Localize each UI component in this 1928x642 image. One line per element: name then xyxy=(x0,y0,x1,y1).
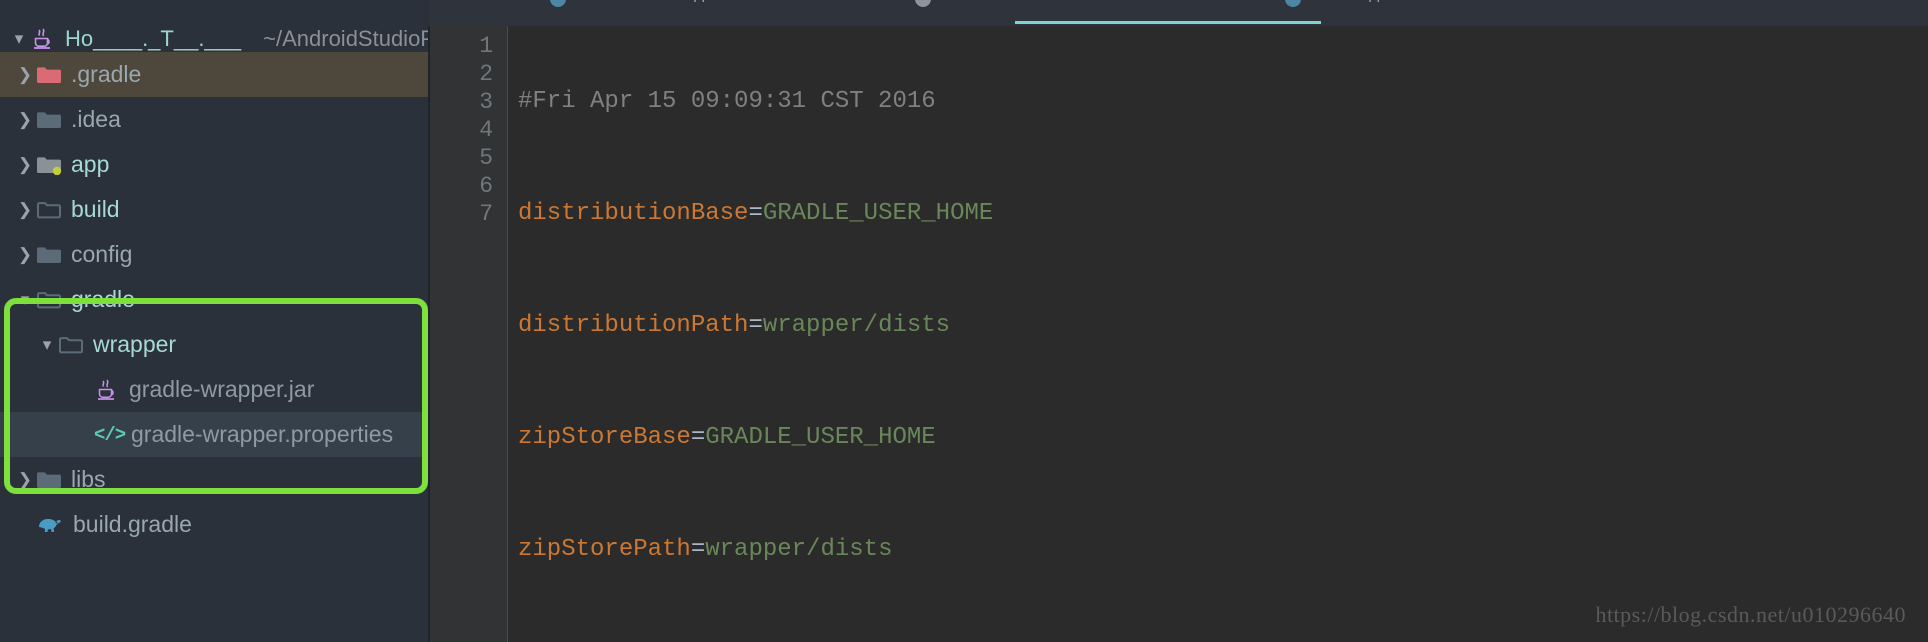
line-number: 3 xyxy=(479,89,493,115)
tab-label-sliver-3[interactable]: app xyxy=(1360,0,1385,4)
code-line-4[interactable]: zipStoreBase=GRADLE_USER_HOME xyxy=(518,424,1928,452)
tree-item-label: .gradle xyxy=(71,61,142,87)
editor-gutter[interactable]: 1 2 3 4 5 6 7 xyxy=(430,26,508,642)
tree-row-libs[interactable]: ❯ libs xyxy=(0,457,428,502)
property-key: zipStoreBase xyxy=(518,424,691,451)
folder-outline-icon xyxy=(58,335,84,355)
folder-module-icon xyxy=(36,155,62,175)
tree-item-label: gradle-wrapper.properties xyxy=(131,421,394,447)
line-number: 5 xyxy=(479,145,493,171)
property-value: wrapper/dists xyxy=(705,536,893,563)
watermark-text: https://blog.csdn.net/u010296640 xyxy=(1595,602,1906,627)
code-editor[interactable]: 1 2 3 4 5 6 7 #Fri Apr 15 09:09:31 CST 2… xyxy=(430,26,1928,642)
tab-label-sliver-1[interactable]: app xyxy=(685,0,710,4)
property-value: GRADLE_USER_HOME xyxy=(762,200,994,227)
project-tool-window[interactable]: ▾ Ho____._T__.___ ~/AndroidStudioProject… xyxy=(0,26,430,642)
chevron-right-icon[interactable]: ❯ xyxy=(14,155,36,175)
folder-solid-icon xyxy=(36,110,62,130)
tree-item-label: app xyxy=(71,151,110,177)
tree-item-label: wrapper xyxy=(93,331,177,357)
line-number: 4 xyxy=(479,117,493,143)
chevron-down-icon[interactable]: ▾ xyxy=(36,335,58,355)
gradle-elephant-icon xyxy=(36,514,64,536)
chevron-down-icon[interactable]: ▾ xyxy=(14,290,36,310)
line-number: 6 xyxy=(479,173,493,199)
comment-token: #Fri Apr 15 09:09:31 CST 2016 xyxy=(518,88,936,115)
tree-row-gradle-wrapper-properties[interactable]: ❯ </> gradle-wrapper.properties xyxy=(0,412,428,457)
tree-item-label: build xyxy=(71,196,120,222)
tree-item-label: gradle xyxy=(71,286,135,312)
folder-outline-icon xyxy=(36,290,62,310)
tab-icon-sliver-3 xyxy=(1285,0,1301,7)
chevron-right-icon[interactable]: ❯ xyxy=(14,200,36,220)
tree-item-label: config xyxy=(71,241,133,267)
chevron-right-icon[interactable]: ❯ xyxy=(14,470,36,490)
property-key: zipStorePath xyxy=(518,536,691,563)
chevron-right-icon[interactable]: ❯ xyxy=(14,245,36,265)
tool-window-header-strip xyxy=(0,0,430,26)
code-line-1[interactable]: #Fri Apr 15 09:09:31 CST 2016 xyxy=(518,88,1928,116)
project-root-path: ~/AndroidStudioProject xyxy=(263,26,430,51)
equals-sign: = xyxy=(690,536,706,563)
tree-item-label: gradle-wrapper.jar xyxy=(129,376,315,402)
tree-row-dot-gradle[interactable]: ❯ .gradle xyxy=(0,52,428,97)
tree-row-wrapper[interactable]: ▾ wrapper xyxy=(0,322,428,367)
tab-label-sliver-2[interactable]: Gradle xyxy=(1020,0,1065,4)
tree-row-config[interactable]: ❯ config xyxy=(0,232,428,277)
project-root-label: Ho____._T__.___ xyxy=(65,26,242,51)
main-body: ▾ Ho____._T__.___ ~/AndroidStudioProject… xyxy=(0,26,1928,642)
tree-item-label: build.gradle xyxy=(73,511,192,537)
chevron-right-icon[interactable]: ❯ xyxy=(14,65,36,85)
tree-row-build-gradle[interactable]: ❯ build.gradle xyxy=(0,502,428,547)
code-line-5[interactable]: zipStorePath=wrapper/dists xyxy=(518,536,1928,564)
folder-solid-icon xyxy=(36,245,62,265)
property-key: distributionBase xyxy=(518,200,749,227)
android-studio-window: app Gradle app ▾ xyxy=(0,0,1928,642)
tree-row-dot-idea[interactable]: ❯ .idea xyxy=(0,97,428,142)
tree-item-label: .idea xyxy=(71,106,121,132)
equals-sign: = xyxy=(690,424,706,451)
editor-code-area[interactable]: #Fri Apr 15 09:09:31 CST 2016 distributi… xyxy=(518,32,1928,642)
properties-file-icon: </> xyxy=(94,423,126,446)
folder-excluded-icon xyxy=(36,65,62,85)
editor-tab-strip: app Gradle app xyxy=(0,0,1928,26)
tree-row-project-root[interactable]: ▾ Ho____._T__.___ ~/AndroidStudioProject xyxy=(0,26,428,52)
line-number: 7 xyxy=(479,201,493,227)
active-tab-underline xyxy=(1015,21,1321,24)
tree-row-build[interactable]: ❯ build xyxy=(0,187,428,232)
equals-sign: = xyxy=(748,200,763,227)
line-number: 2 xyxy=(479,61,493,87)
tab-icon-sliver-1 xyxy=(550,0,566,7)
property-key: distributionPath xyxy=(518,312,749,339)
property-value: wrapper/dists xyxy=(762,312,951,339)
tree-row-gradle[interactable]: ▾ gradle xyxy=(0,277,428,322)
tree-item-label: libs xyxy=(71,466,106,492)
tree-row-gradle-wrapper-jar[interactable]: ❯ gradle-wrapper.jar xyxy=(0,367,428,412)
chevron-down-icon[interactable]: ▾ xyxy=(8,29,30,49)
code-line-2[interactable]: distributionBase=GRADLE_USER_HOME xyxy=(518,200,1928,228)
code-line-3[interactable]: distributionPath=wrapper/dists xyxy=(518,312,1928,340)
folder-solid-icon xyxy=(36,470,62,490)
equals-sign: = xyxy=(748,312,763,339)
java-icon xyxy=(30,27,56,51)
tree-row-app[interactable]: ❯ app xyxy=(0,142,428,187)
java-jar-icon xyxy=(94,378,120,402)
tab-icon-sliver-2 xyxy=(915,0,931,7)
folder-outline-icon xyxy=(36,200,62,220)
line-number: 1 xyxy=(479,33,493,59)
chevron-right-icon[interactable]: ❯ xyxy=(14,110,36,130)
property-value: GRADLE_USER_HOME xyxy=(705,424,936,451)
